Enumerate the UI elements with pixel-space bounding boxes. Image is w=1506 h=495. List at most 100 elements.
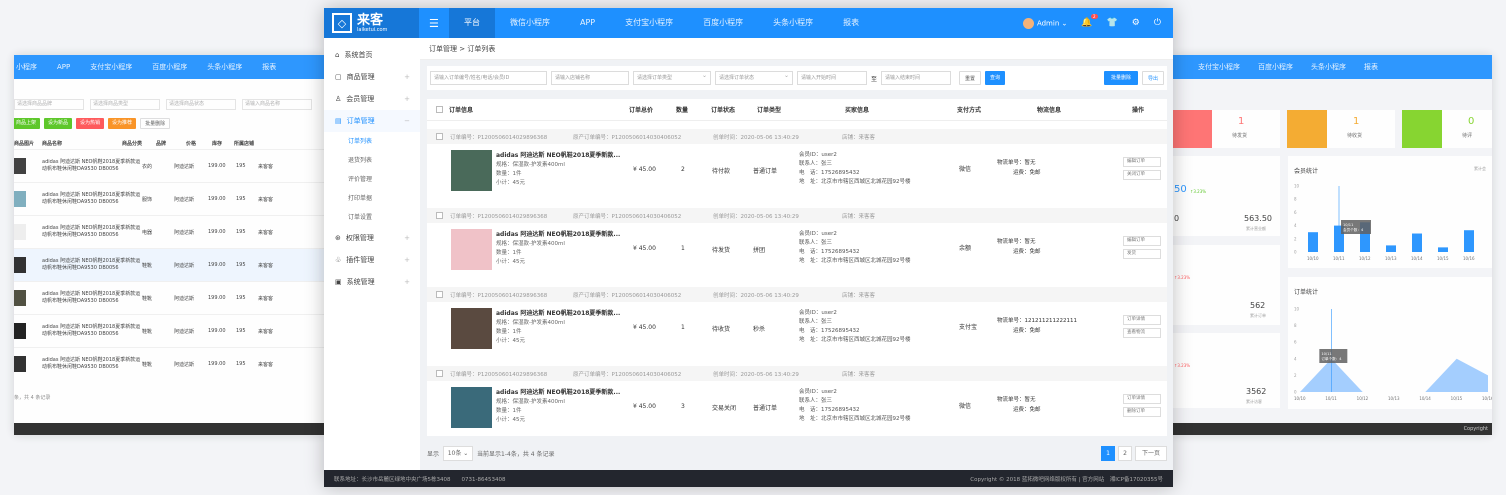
order-block: 订单编号：P120050601402989​6368 原产订单编号：P120050… [427, 366, 1167, 436]
member-chart-x-tick: 10/14 [1411, 256, 1423, 261]
member-chart-card: 会员统计 累计会 10 8 6 4 2 0 10/10 10/11 10/12 10/13 10/1… [1288, 156, 1492, 268]
bg-left-brand: 阿迪达斯 [174, 229, 195, 236]
bg-stat-card: 1 待发货 [1172, 110, 1280, 148]
end-time-input[interactable]: 请输入结束时间 [881, 71, 952, 85]
shop-name-input[interactable]: 请输入店铺名称 [551, 71, 629, 85]
table-header-cell: 订单状态 [711, 107, 736, 114]
sidebar-item[interactable]: ⌂ 系统首页 [324, 44, 420, 66]
order-action-2[interactable]: 关闭订单 [1123, 170, 1161, 180]
order-created-time: 创单时间：2020-05-06 13:40:29 [713, 371, 799, 378]
logo-text: 来客 [357, 12, 384, 28]
member-tooltip-text: 会员个数：4 [1343, 227, 1364, 232]
order-checkbox[interactable] [436, 370, 443, 377]
order-action-1[interactable]: 订单详情 [1123, 315, 1161, 325]
sidebar-item[interactable]: ⊛ 权限管理 + [324, 227, 420, 249]
tab-1[interactable]: 微信小程序 [495, 8, 565, 38]
tab-5[interactable]: 头条小程序 [758, 8, 828, 38]
select-all-checkbox[interactable] [436, 106, 443, 113]
order-action-2[interactable]: 发货 [1123, 249, 1161, 259]
bg-left-nav-item: 百度小程序 [152, 63, 188, 71]
sidebar-subitem[interactable]: 打印单据 [324, 189, 420, 208]
shirt-icon[interactable]: 👕 [1107, 18, 1118, 28]
tab-3[interactable]: 支付宝小程序 [610, 8, 688, 38]
keyword-input[interactable]: 请输入订单编号/姓名/电话/会员ID [430, 71, 547, 85]
power-icon[interactable]: ⏻ [1154, 18, 1161, 28]
sidebar-item[interactable]: ♙ 会员管理 + [324, 88, 420, 110]
start-time-input[interactable]: 请输入开始时间 [797, 71, 867, 85]
order-created-time: 创单时间：2020-05-06 13:40:29 [713, 213, 799, 220]
footer-address: 联系地址：长沙市岳麓区绿地中央广场5栋3408 0731-86453408 [334, 476, 506, 483]
expand-icon: + [404, 234, 410, 242]
bg-left-stock: 195 [236, 229, 246, 235]
product-spec: 规格：保湿款-护发素400ml [496, 241, 565, 247]
member-chart-x-tick: 10/11 [1333, 256, 1345, 261]
bell-icon[interactable]: 🔔 2 [1081, 14, 1098, 28]
order-number: 订单编号：P120050601402989​6368 [450, 371, 548, 378]
bg-left-row: adidas 阿迪达斯 NEO帆鞋2018夏季新款运动帆布鞋休闲鞋DA9530 … [14, 347, 324, 380]
order-action-1[interactable]: 编辑订单 [1123, 157, 1161, 167]
order-action-2[interactable]: 删除订单 [1123, 407, 1161, 417]
order-checkbox[interactable] [436, 133, 443, 140]
bg-left-header-cell: 商品名称 [42, 140, 63, 147]
sidebar-item[interactable]: ▣ 系统管理 + [324, 271, 420, 293]
page-size-select[interactable]: 10条 ⌄ [443, 445, 474, 461]
order-status-select[interactable]: 请选择订单状态 [715, 70, 793, 85]
sidebar-subitem[interactable]: 评价管理 [324, 170, 420, 189]
product-subtotal: 小计：45元 [496, 180, 525, 186]
bg-left-name: adidas 阿迪达斯 NEO帆鞋2018夏季新款运动帆布鞋休闲鞋DA9530 … [42, 357, 141, 370]
search-button[interactable]: 查询 [985, 71, 1006, 85]
bg-lab-c: 累计营业额 [1246, 226, 1266, 231]
order-chart-y-tick: 10 [1294, 307, 1300, 312]
order-action-1[interactable]: 编辑订单 [1123, 236, 1161, 246]
order-checkbox[interactable] [436, 212, 443, 219]
bg-left-row: adidas 阿迪达斯 NEO帆鞋2018夏季新款运动帆布鞋休闲鞋DA9530 … [14, 314, 324, 347]
next-page-button[interactable]: 下一页 [1134, 445, 1167, 461]
parent-order-number: 原产订单编号：P1200506014030406052 [573, 134, 682, 141]
sidebar-item[interactable]: ▢ 商品管理 + [324, 66, 420, 88]
tab-4[interactable]: 百度小程序 [688, 8, 758, 38]
sidebar-item[interactable]: ▤ 订单管理 − [324, 110, 420, 132]
page-1-button[interactable]: 1 [1100, 445, 1115, 461]
sidebar-subitem[interactable]: 退货列表 [324, 151, 420, 170]
top-navbar: ◇ 来客 laiketui.com ☰ 平台 微信小程序 APP 支付宝小程序 百度小程… [324, 8, 1173, 38]
user-menu[interactable]: Admin ⌄ [1022, 17, 1067, 29]
order-table: 订单信息 订单总价 数量 订单状态 订单类型 买家信息 支付方式 物流信息 操作 订单编号：P1… [427, 99, 1167, 436]
export-button[interactable]: 导出 [1141, 71, 1164, 85]
tab-2[interactable]: APP [565, 8, 610, 38]
order-price: ¥ 45.00 [633, 166, 656, 173]
filter-bar: 请输入订单编号/姓名/电话/会员ID 请输入店铺名称 请选择订单类型 请选择订单… [427, 66, 1167, 90]
bg-right-bar: Copyright [1172, 423, 1492, 435]
sidebar-subitem[interactable]: 订单设置 [324, 208, 420, 227]
bg-left-button: 设为热销 [76, 118, 105, 129]
logo[interactable]: ◇ 来客 laiketui.com [324, 8, 419, 38]
order-action-2[interactable]: 查看物流 [1123, 328, 1161, 338]
tab-0[interactable]: 平台 [449, 8, 495, 38]
page-2-button[interactable]: 2 [1117, 445, 1132, 461]
bulk-delete-button[interactable]: 批量删除 [1103, 71, 1138, 85]
buyer-address: 地 址：北京市市辖区西城区北城花园92号楼 [799, 416, 911, 422]
order-checkbox[interactable] [436, 291, 443, 298]
sidebar-item[interactable]: ♧ 插件管理 + [324, 249, 420, 271]
order-type-select[interactable]: 请选择订单类型 [633, 70, 711, 85]
menu-toggle-icon[interactable]: ☰ [429, 17, 441, 30]
gear-icon[interactable]: ⚙ [1132, 18, 1140, 28]
bg-left-price: 199.00 [208, 229, 226, 235]
table-header-cell: 买家信息 [845, 107, 870, 114]
order-action-1[interactable]: 订单详情 [1123, 394, 1161, 404]
order-type: 秒杀 [753, 326, 766, 333]
bg-left-nav-item: 报表 [262, 63, 277, 71]
order-chart-x-tick: 10/11 [1325, 396, 1337, 401]
tab-6[interactable]: 报表 [828, 8, 874, 38]
bg-left-header-cell: 商品图片 [14, 140, 35, 147]
bg-dashboard-window: 支付宝小程序 百度小程序 头条小程序 报表 1 待发货 1 待收货 0 待评 50 ↑3.23%… [1172, 55, 1492, 435]
table-header-cell: 支付方式 [957, 107, 982, 114]
sidebar-subitem[interactable]: 订单列表 [324, 132, 420, 151]
order-chart-x-tick: 10/13 [1388, 396, 1400, 401]
order-tooltip-text: 订单个数：4 [1321, 356, 1342, 361]
bg-num-e: 3562 [1246, 387, 1267, 396]
bg-left-thumb [14, 224, 26, 240]
bg-left-thumb [14, 257, 26, 273]
reset-button[interactable]: 重置 [959, 71, 982, 85]
bg-left-stock: 195 [236, 262, 246, 268]
product-quantity: 数量：1件 [496, 250, 522, 256]
